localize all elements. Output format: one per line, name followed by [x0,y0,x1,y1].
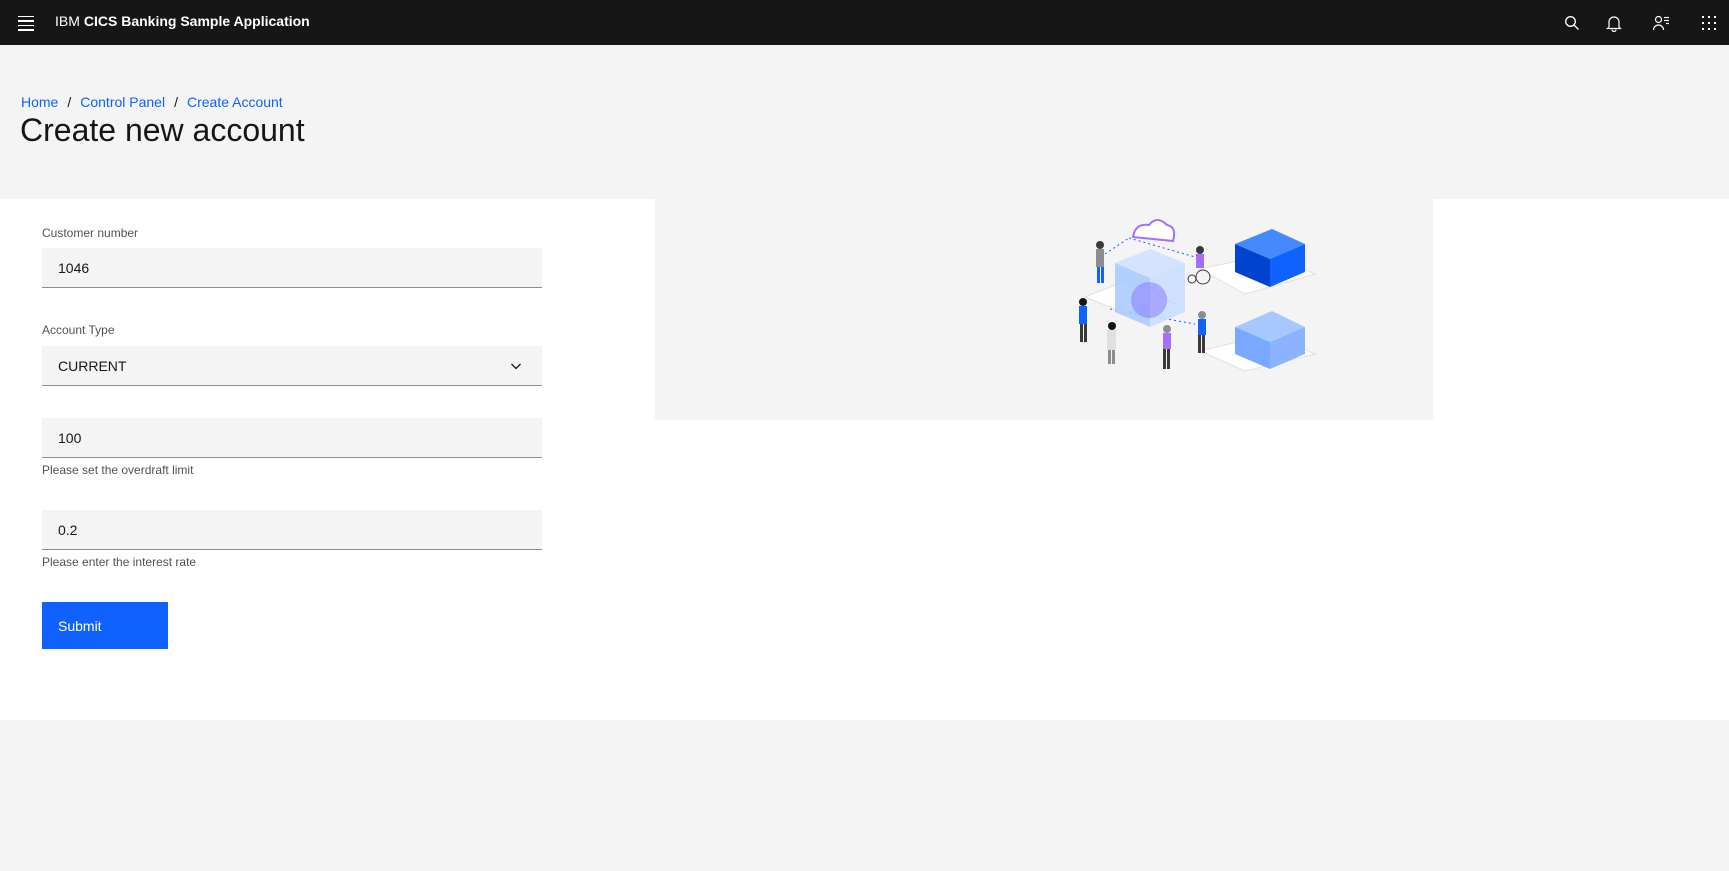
account-type-label: Account Type [42,323,115,337]
user-icon[interactable] [1646,8,1676,38]
content-background [655,420,1433,720]
illustration-panel [655,199,1433,420]
overdraft-limit-input[interactable]: 100 [42,418,542,458]
notification-icon[interactable] [1599,8,1629,38]
app-brand[interactable]: IBM CICS Banking Sample Application [55,13,310,29]
app-switcher-icon[interactable] [1694,8,1724,38]
breadcrumb-separator: / [174,94,178,110]
interest-helper-text: Please enter the interest rate [42,555,197,569]
submit-button[interactable]: Submit [42,602,168,649]
account-type-select[interactable]: CURRENT [42,346,542,386]
top-header: IBM CICS Banking Sample Application [0,0,1729,45]
brand-name: CICS Banking Sample Application [83,13,310,29]
cloud-data-illustration [1079,219,1317,372]
customer-number-label: Customer number [42,226,139,240]
overdraft-helper-text: Please set the overdraft limit [42,463,194,477]
chevron-down-icon [511,363,521,370]
interest-rate-value: 0.2 [58,521,78,538]
account-type-value: CURRENT [58,357,127,374]
customer-number-input[interactable]: 1046 [42,248,542,288]
page-title: Create new account [20,112,305,148]
brand-prefix: IBM [55,13,80,29]
customer-number-value: 1046 [58,259,90,276]
right-panel [1433,199,1729,720]
search-icon[interactable] [1557,8,1587,38]
breadcrumb-separator: / [67,94,72,110]
interest-rate-input[interactable]: 0.2 [42,510,542,550]
menu-icon[interactable] [10,8,42,38]
overdraft-limit-value: 100 [58,429,82,446]
breadcrumb-home[interactable]: Home [21,94,58,110]
breadcrumb-create-account[interactable]: Create Account [187,94,283,110]
breadcrumb-control-panel[interactable]: Control Panel [80,94,165,110]
breadcrumb: Home / Control Panel / Create Account [21,94,283,110]
